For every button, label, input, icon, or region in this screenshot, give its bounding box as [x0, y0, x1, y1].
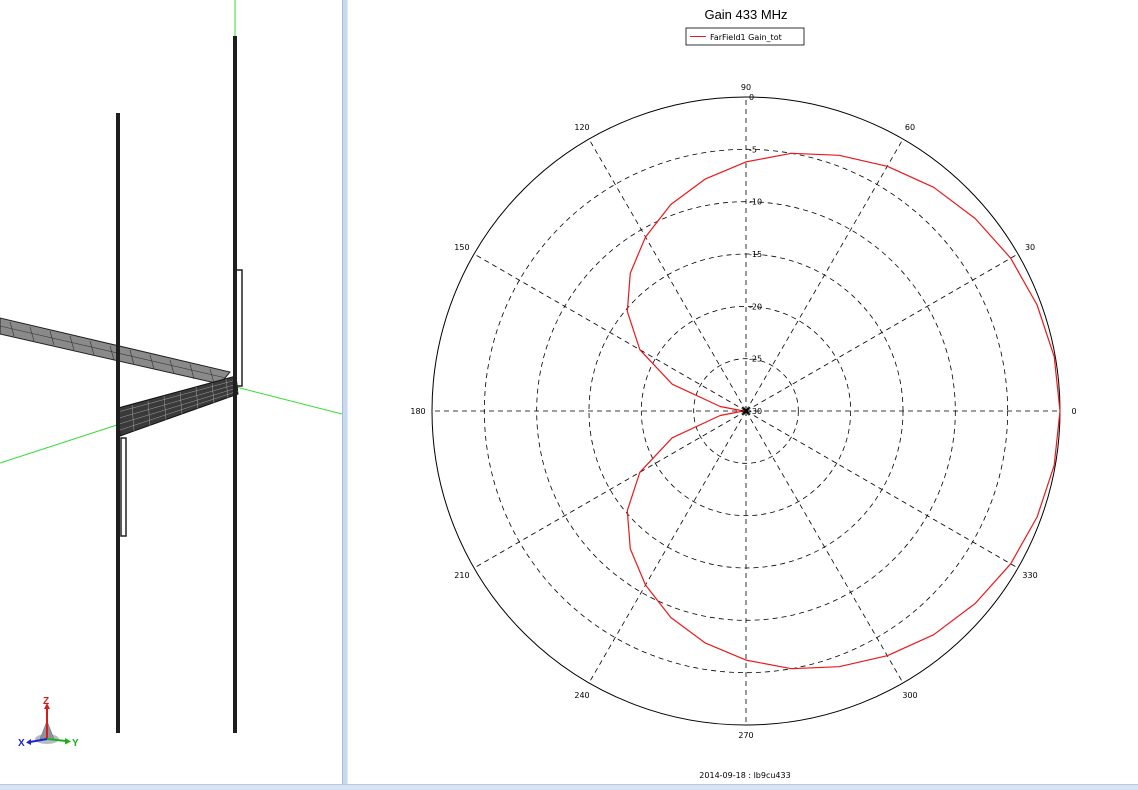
grid-spoke [745, 253, 1019, 412]
radial-tick-label: 0 [749, 93, 754, 102]
radial-tick-label: -20 [749, 302, 762, 311]
polar-plot-pane[interactable]: Gain 433 MHz FarField1 Gain_tot 0 30 60 90 1… [348, 0, 1138, 790]
radial-tick-label: -30 [749, 407, 762, 416]
angle-tick-label: 0 [1071, 407, 1076, 416]
legend-entry: FarField1 Gain_tot [710, 33, 782, 42]
grid-spoke [588, 138, 747, 412]
legend: FarField1 Gain_tot [685, 27, 805, 46]
grid-spoke [745, 138, 904, 412]
reflector-stub [120, 437, 127, 537]
grid-spoke [588, 410, 747, 684]
triad-z-label: Z [43, 696, 49, 707]
grid-spoke [473, 410, 747, 569]
triad-y-label: Y [72, 738, 79, 749]
angle-tick-label: 330 [1022, 571, 1037, 580]
angle-tick-label: 270 [738, 731, 753, 740]
radial-tick-label: -10 [749, 198, 762, 207]
3d-model-view[interactable]: Z X Y [0, 0, 342, 790]
app-window: Z X Y Gain 433 MHz FarField1 Gain_tot 0 3… [0, 0, 1138, 790]
angle-tick-label: 60 [905, 123, 915, 132]
radial-tick-label: -25 [749, 355, 762, 364]
angle-tick-label: 90 [741, 83, 751, 92]
series-line [626, 152, 1061, 670]
angle-tick-label: 120 [574, 123, 589, 132]
chart-footer: 2014-09-18 : lb9cu433 [699, 771, 790, 780]
angle-tick-label: 30 [1025, 243, 1035, 252]
boom-far [0, 317, 231, 385]
angle-tick-label: 300 [902, 691, 917, 700]
angle-tick-label: 210 [454, 571, 469, 580]
bottom-status-strip [0, 784, 1138, 790]
angle-tick-label: 240 [574, 691, 589, 700]
x-axis-line [0, 423, 121, 464]
radial-tick-label: -15 [749, 250, 762, 259]
orientation-triad[interactable]: Z X Y [18, 695, 88, 755]
triad-y-head [65, 738, 71, 745]
3d-scene[interactable] [0, 0, 342, 790]
chart-title: Gain 433 MHz [704, 7, 787, 22]
grid-spoke [473, 253, 747, 412]
grid-spoke [745, 410, 904, 684]
angle-tick-label: 180 [410, 407, 425, 416]
triad-x-head [26, 739, 31, 745]
y-axis-line [235, 386, 342, 415]
triad-x-label: X [18, 738, 25, 749]
polar-chart: Gain 433 MHz FarField1 Gain_tot 0 30 60 90 1… [410, 7, 1076, 780]
grid-spoke [745, 410, 1019, 569]
radial-tick-label: -5 [749, 145, 757, 154]
polar-series [626, 152, 1061, 670]
angle-tick-label: 150 [454, 243, 469, 252]
reflector-element [116, 113, 120, 733]
